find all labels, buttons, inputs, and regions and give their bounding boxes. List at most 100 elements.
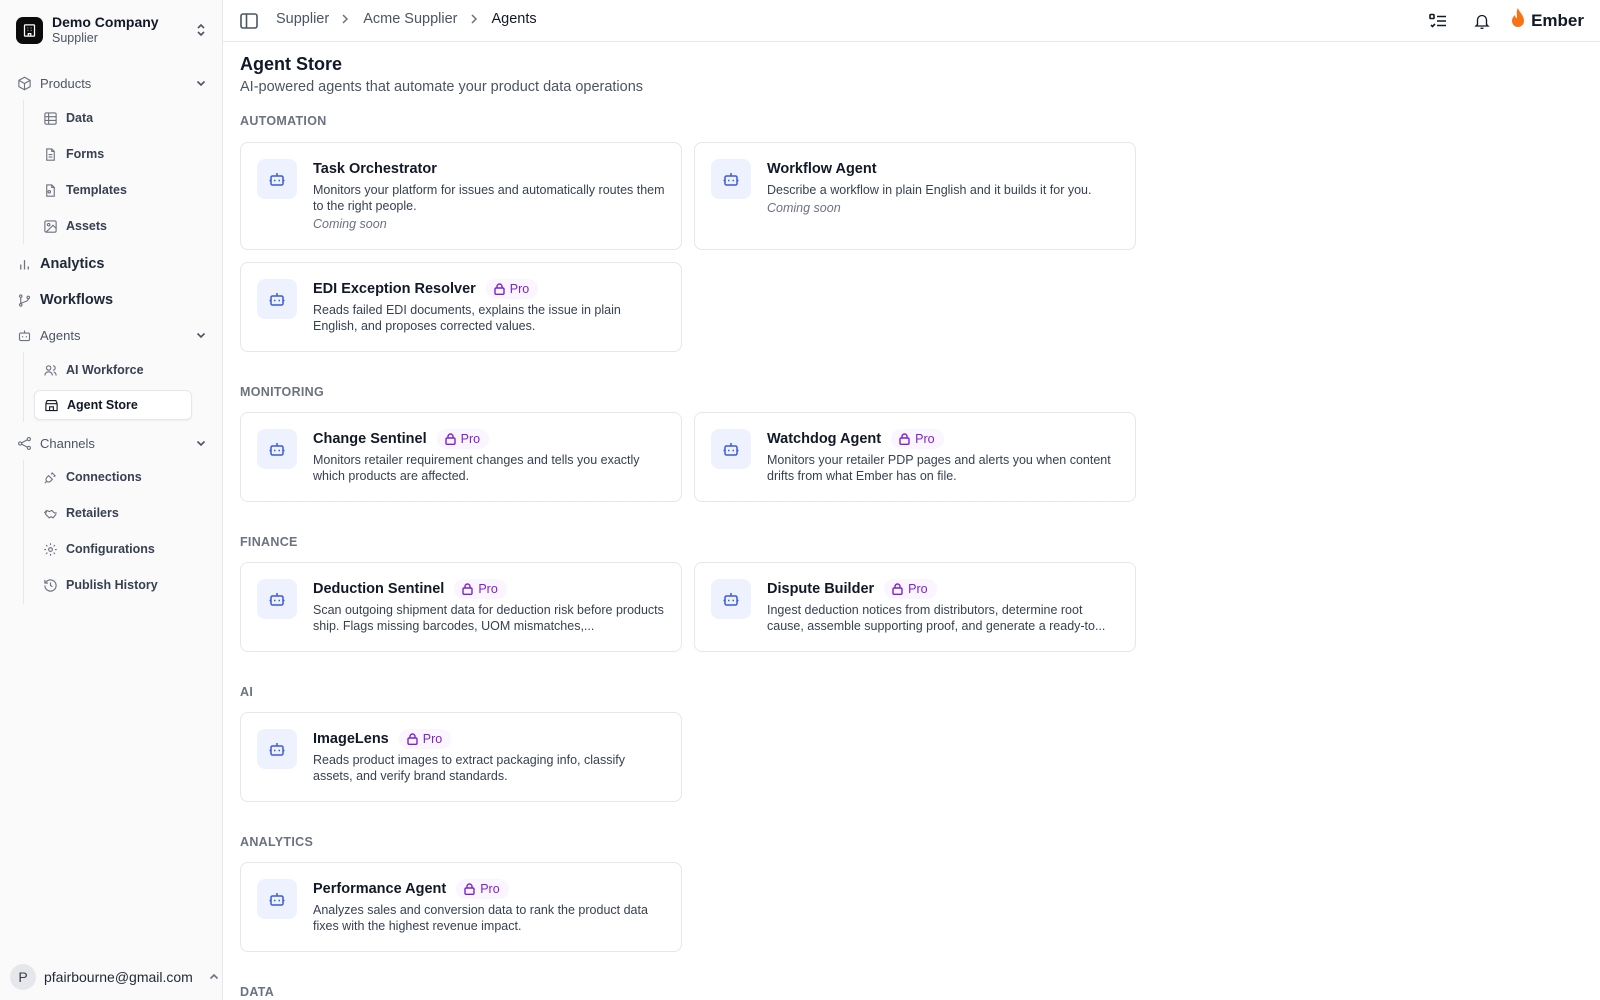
image-icon xyxy=(42,218,58,234)
chevron-right-icon xyxy=(341,14,351,24)
sidebar-item-label: Configurations xyxy=(66,542,155,556)
sidebar-item-ai-workforce[interactable]: AI Workforce xyxy=(34,355,192,385)
sidebar-item-label: Analytics xyxy=(40,256,105,272)
pro-badge: Pro xyxy=(891,429,944,449)
sidebar-group-agents[interactable]: Agents xyxy=(16,323,208,347)
sidebar-item-label: Data xyxy=(66,111,94,125)
coming-soon-label: Coming soon xyxy=(313,217,387,231)
pro-badge: Pro xyxy=(456,879,509,899)
agent-description: Scan outgoing shipment data for deductio… xyxy=(313,603,664,633)
bot-icon xyxy=(257,159,297,199)
sidebar-group-channels[interactable]: Channels xyxy=(16,431,208,455)
agent-title: Task Orchestrator xyxy=(313,161,437,177)
agent-description: Monitors your retailer PDP pages and ale… xyxy=(767,453,1111,483)
sidebar-item-forms[interactable]: Forms xyxy=(34,139,192,169)
avatar: P xyxy=(10,964,36,990)
lock-icon xyxy=(462,583,474,595)
sidebar-item-label: Assets xyxy=(66,219,107,233)
agent-card-edi-exception-resolver[interactable]: EDI Exception Resolver Pro Reads failed … xyxy=(240,262,682,352)
breadcrumb-item-supplier[interactable]: Supplier xyxy=(276,11,329,27)
brand-logo[interactable]: Ember xyxy=(1509,7,1584,36)
sidebar-item-data[interactable]: Data xyxy=(34,103,192,133)
agent-card-change-sentinel[interactable]: Change Sentinel Pro Monitors retailer re… xyxy=(240,412,682,502)
bot-icon xyxy=(257,729,297,769)
store-icon xyxy=(43,397,59,413)
bar-chart-icon xyxy=(16,256,32,272)
pro-badge: Pro xyxy=(884,579,937,599)
agent-card-workflow-agent[interactable]: Workflow Agent Describe a workflow in pl… xyxy=(694,142,1136,250)
lock-icon xyxy=(464,883,476,895)
users-icon xyxy=(42,362,58,378)
sidebar-item-label: Workflows xyxy=(40,292,114,308)
top-bar: Supplier Acme Supplier Agents Ember xyxy=(223,0,1600,42)
user-email: pfairbourne@gmail.com xyxy=(44,969,193,985)
lock-icon xyxy=(892,583,904,595)
agent-title: ImageLens xyxy=(313,731,389,747)
sidebar-item-assets[interactable]: Assets xyxy=(34,211,192,241)
sidebar-item-configurations[interactable]: Configurations xyxy=(34,534,192,564)
sidebar-tree-line xyxy=(23,100,24,244)
chevron-down-icon xyxy=(194,436,208,450)
agent-card-deduction-sentinel[interactable]: Deduction Sentinel Pro Scan outgoing shi… xyxy=(240,562,682,652)
agent-title: Deduction Sentinel xyxy=(313,581,445,597)
lock-icon xyxy=(444,433,457,445)
agent-title: Watchdog Agent xyxy=(767,431,882,447)
breadcrumb: Supplier Acme Supplier Agents xyxy=(276,11,537,27)
flame-icon xyxy=(1509,7,1527,36)
bot-icon xyxy=(16,327,32,343)
network-icon xyxy=(16,435,32,451)
sidebar-item-templates[interactable]: Templates xyxy=(34,175,192,205)
sidebar: Demo Company Supplier Products Data Form… xyxy=(0,0,223,1000)
sidebar-item-retailers[interactable]: Retailers xyxy=(34,498,192,528)
agent-description: Reads product images to extract packagin… xyxy=(313,753,625,783)
sidebar-item-label: Templates xyxy=(66,183,127,197)
chevron-down-icon xyxy=(194,76,208,90)
sidebar-group-products[interactable]: Products xyxy=(16,71,208,95)
agent-card-performance-agent[interactable]: Performance Agent Pro Analyzes sales and… xyxy=(240,862,682,952)
agent-card-dispute-builder[interactable]: Dispute Builder Pro Ingest deduction not… xyxy=(694,562,1136,652)
agent-card-watchdog-agent[interactable]: Watchdog Agent Pro Monitors your retaile… xyxy=(694,412,1136,502)
sidebar-item-label: AI Workforce xyxy=(66,363,144,377)
file-icon xyxy=(42,146,58,162)
agent-title: Performance Agent xyxy=(313,881,447,897)
bot-icon xyxy=(711,579,751,619)
sidebar-item-connections[interactable]: Connections xyxy=(34,462,192,492)
sidebar-tree-line xyxy=(23,352,24,422)
pro-badge: Pro xyxy=(398,729,452,749)
sidebar-item-agent-store[interactable]: Agent Store xyxy=(34,390,192,420)
agent-description: Reads failed EDI documents, explains the… xyxy=(313,303,621,333)
sidebar-item-label: Forms xyxy=(66,147,105,161)
breadcrumb-item-acme-supplier[interactable]: Acme Supplier xyxy=(363,11,457,27)
sidebar-item-analytics[interactable]: Analytics xyxy=(16,252,208,276)
main-content: Agent Store AI-powered agents that autom… xyxy=(240,42,1580,1000)
pro-badge-label: Pro xyxy=(915,432,935,446)
task-list-icon[interactable] xyxy=(1427,10,1449,32)
company-switcher[interactable]: Demo Company Supplier xyxy=(16,14,208,46)
sidebar-tree-line xyxy=(23,460,24,604)
agent-title: Change Sentinel xyxy=(313,431,427,447)
sidebar-item-publish-history[interactable]: Publish History xyxy=(34,570,192,600)
lock-icon xyxy=(494,283,506,295)
lock-icon xyxy=(899,433,911,445)
pro-badge-label: Pro xyxy=(509,282,530,296)
agent-card-imagelens[interactable]: ImageLens Pro Reads product images to ex… xyxy=(240,712,682,802)
bot-icon xyxy=(257,879,297,919)
agent-title: Dispute Builder xyxy=(767,581,875,597)
company-name: Demo Company xyxy=(52,14,159,31)
pro-badge-label: Pro xyxy=(422,732,443,746)
bot-icon xyxy=(257,579,297,619)
gear-icon xyxy=(42,541,58,557)
agent-description: Analyzes sales and conversion data to ra… xyxy=(313,903,648,933)
building-icon xyxy=(16,16,43,44)
bell-icon[interactable] xyxy=(1471,10,1493,32)
page-subtitle: AI-powered agents that automate your pro… xyxy=(240,79,644,95)
bot-icon xyxy=(711,429,751,469)
chevron-up-icon xyxy=(208,971,220,983)
user-menu[interactable]: P pfairbourne@gmail.com xyxy=(10,964,220,990)
agent-title: EDI Exception Resolver xyxy=(313,281,476,297)
sidebar-item-label: Retailers xyxy=(66,506,119,520)
agent-card-task-orchestrator[interactable]: Task Orchestrator Monitors your platform… xyxy=(240,142,682,250)
sidebar-toggle-icon[interactable] xyxy=(240,13,258,29)
sidebar-item-workflows[interactable]: Workflows xyxy=(16,288,208,312)
pro-badge-label: Pro xyxy=(478,582,498,596)
